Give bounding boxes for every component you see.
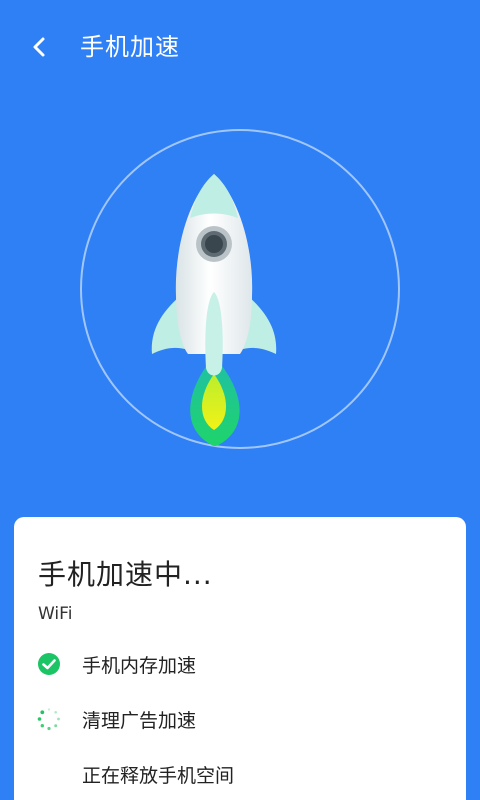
task-item-free-space: 正在释放手机空间 <box>36 759 436 789</box>
boost-status-card: 手机加速中... WiFi 手机内存加速 清理广告加速 正在释放手机空间 <box>14 517 466 800</box>
pending-placeholder <box>36 761 62 787</box>
page-title: 手机加速 <box>80 33 180 61</box>
task-item-ad-cleanup: 清理广告加速 <box>36 704 436 734</box>
task-item-memory-boost: 手机内存加速 <box>36 649 436 679</box>
task-label: 正在释放手机空间 <box>82 764 235 787</box>
rocket-icon <box>151 174 277 446</box>
back-button[interactable] <box>22 30 56 64</box>
network-type: WiFi <box>38 604 73 624</box>
task-label: 手机内存加速 <box>82 654 197 677</box>
card-title: 手机加速中... <box>38 558 213 591</box>
phone-boost-screen: 手机加速 手机加速中... WiFi 手机内存加速 清理广告加速 正在释放手机空… <box>0 0 480 800</box>
check-circle-icon <box>36 651 62 677</box>
app-bar: 手机加速 <box>0 0 480 96</box>
chevron-left-icon <box>33 37 45 57</box>
spinner-icon <box>36 706 62 732</box>
rocket-animation <box>0 96 480 496</box>
task-label: 清理广告加速 <box>82 709 197 732</box>
